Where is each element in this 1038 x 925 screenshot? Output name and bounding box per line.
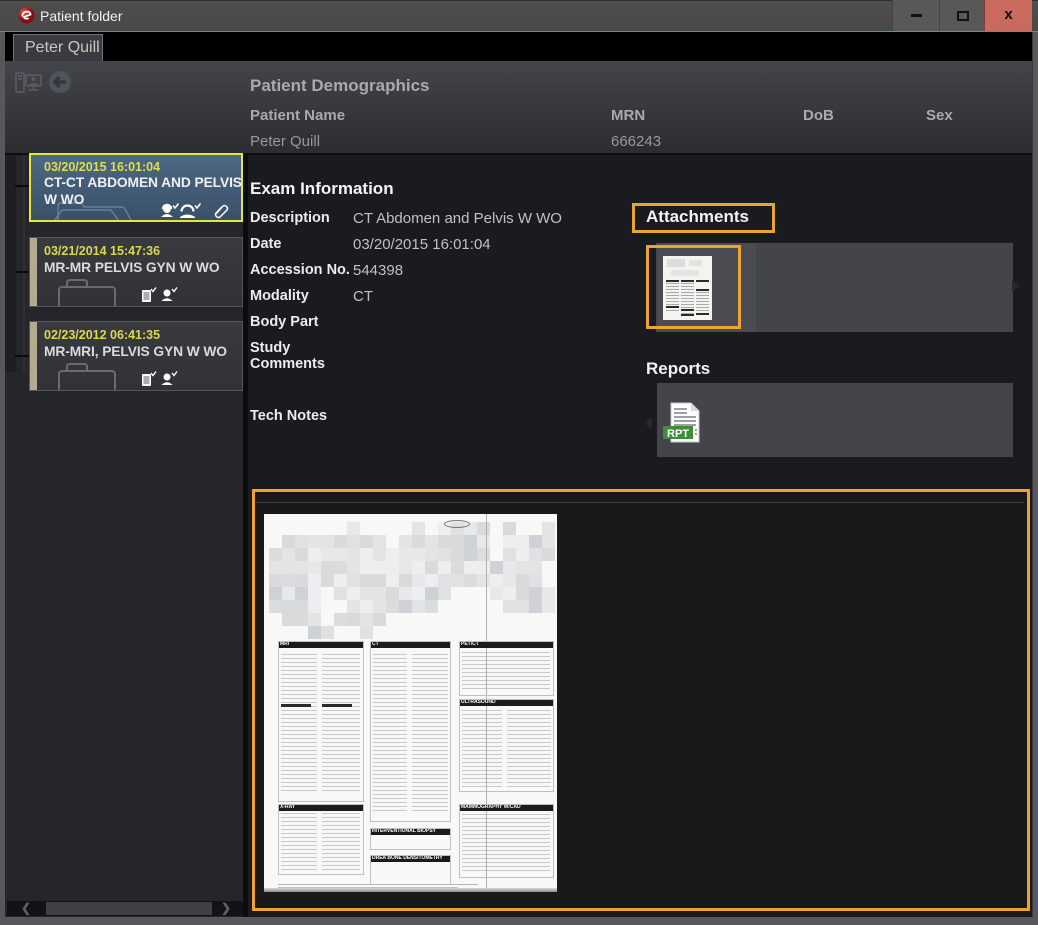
- svg-text:RPT: RPT: [667, 428, 689, 440]
